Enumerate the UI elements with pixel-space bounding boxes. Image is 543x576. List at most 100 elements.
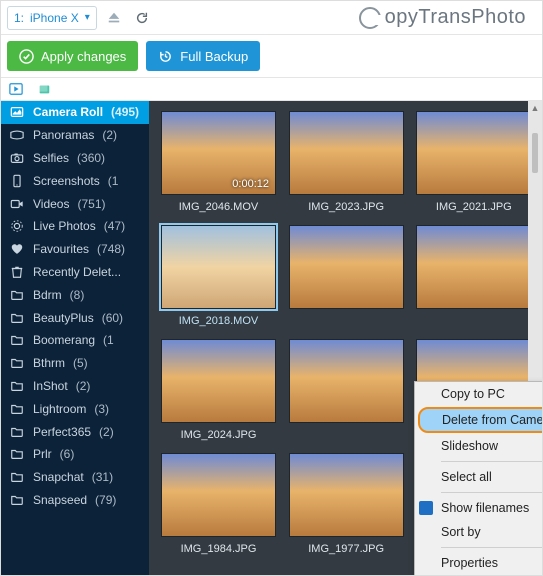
app-title-part1: opy [385,6,419,29]
thumbnail[interactable]: IMG_2018.MOV [161,225,276,327]
pictures-tab-icon[interactable] [37,82,51,96]
device-name: iPhone X [30,11,79,25]
sidebar-item-live-photos[interactable]: Live Photos (47) [1,215,149,238]
sidebar-item-favourites[interactable]: Favourites (748) [1,238,149,261]
folder-icon [9,493,25,507]
sidebar-item-screenshots[interactable]: Screenshots (1 [1,169,149,192]
title-bar: 1: iPhone X ▾ opyTrans Photo [1,1,542,35]
sidebar-item-label: Snapseed [33,493,87,507]
sidebar-item-snapseed[interactable]: Snapseed (79) [1,489,149,512]
thumbnail-filename: IMG_1984.JPG [161,543,276,555]
menu-item-show-filenames[interactable]: Show filenamesF4 [415,496,542,520]
thumbnail[interactable]: IMG_1984.JPG [161,453,276,555]
sidebar-item-count: (495) [111,105,139,119]
sidebar-item-count: (2) [102,128,117,142]
device-selector[interactable]: 1: iPhone X ▾ [7,6,97,30]
menu-item-sort-by[interactable]: Sort by▶ [415,520,542,544]
sidebar-item-recently-delet[interactable]: Recently Delet... [1,261,149,284]
sidebar-item-selfies[interactable]: Selfies (360) [1,147,149,170]
thumbnail[interactable]: IMG_2023.JPG [289,111,404,213]
folder-icon [9,402,25,416]
thumbnail-image [416,225,531,309]
duration-label: 0:00:12 [232,178,269,190]
menu-item-label: Copy to PC [441,387,505,401]
menu-item-label: Slideshow [441,439,498,453]
check-circle-icon [19,49,34,64]
heart-icon [9,242,25,256]
sidebar-item-count: (3) [94,402,109,416]
sidebar-item-label: Videos [33,197,69,211]
sidebar-item-perfect365[interactable]: Perfect365 (2) [1,420,149,443]
sidebar-item-panoramas[interactable]: Panoramas (2) [1,124,149,147]
sidebar-item-count: (5) [73,356,88,370]
sidebar-item-label: Snapchat [33,470,84,484]
menu-item-slideshow[interactable]: SlideshowCtrl+L [415,434,542,458]
sidebar-item-boomerang[interactable]: Boomerang (1 [1,329,149,352]
main-area: Camera Roll (495)Panoramas (2)Selfies (3… [1,101,542,575]
refresh-icon[interactable] [131,7,153,29]
sidebar-item-count: (1 [108,174,119,188]
full-backup-button[interactable]: Full Backup [146,41,260,71]
thumbnail-image [289,453,404,537]
sidebar-item-lightroom[interactable]: Lightroom (3) [1,397,149,420]
play-tab-icon[interactable] [9,82,23,96]
sidebar-item-prlr[interactable]: Prlr (6) [1,443,149,466]
sidebar-item-label: Live Photos [33,219,96,233]
scroll-up-arrow[interactable]: ▲ [528,101,542,115]
sidebar-item-label: Boomerang [33,333,95,347]
sidebar-item-snapchat[interactable]: Snapchat (31) [1,466,149,489]
sidebar-item-count: (748) [97,242,125,256]
album-sidebar: Camera Roll (495)Panoramas (2)Selfies (3… [1,101,149,575]
sidebar-item-label: Screenshots [33,174,100,188]
album-icon [9,105,25,119]
menu-item-properties[interactable]: Properties▶ [415,551,542,575]
sidebar-item-count: (8) [70,288,85,302]
sidebar-item-bdrm[interactable]: Bdrm (8) [1,283,149,306]
menu-item-delete-from-camera-roll[interactable]: Delete from Camera RollDel [418,407,542,433]
thumbnail[interactable]: 0:00:12IMG_2046.MOV [161,111,276,213]
folder-icon [9,379,25,393]
sidebar-item-label: Bdrm [33,288,62,302]
menu-item-select-all[interactable]: Select allCtrl+A [415,465,542,489]
folder-icon [9,333,25,347]
thumbnail-image [161,339,276,423]
thumbnail-image [161,453,276,537]
thumbnail-image [161,225,276,309]
action-bar: Apply changes Full Backup [1,35,542,77]
thumbnail[interactable] [289,225,404,327]
app-title: opyTrans Photo [359,6,536,29]
menu-item-copy-to-pc[interactable]: Copy to PCShift+Ctrl+Right [415,382,542,406]
menu-item-label: Select all [441,470,492,484]
scroll-handle[interactable] [532,133,538,173]
app-title-part2: Trans [418,6,471,29]
folder-icon [9,447,25,461]
sidebar-item-camera-roll[interactable]: Camera Roll (495) [1,101,149,124]
thumbnail[interactable] [289,339,404,441]
thumbnail[interactable]: IMG_2021.JPG [416,111,531,213]
sidebar-item-label: Selfies [33,151,69,165]
sidebar-item-label: InShot [33,379,68,393]
check-icon [419,501,433,515]
context-menu: Copy to PCShift+Ctrl+RightDelete from Ca… [414,381,542,575]
menu-item-label: Delete from Camera Roll [442,413,542,427]
folder-icon [9,356,25,370]
sidebar-item-inshot[interactable]: InShot (2) [1,375,149,398]
menu-separator [441,461,542,462]
sidebar-item-beautyplus[interactable]: BeautyPlus (60) [1,306,149,329]
apply-changes-button[interactable]: Apply changes [7,41,138,71]
app-logo-icon [359,7,381,29]
sidebar-item-label: Favourites [33,242,89,256]
eject-icon[interactable] [103,7,125,29]
sidebar-item-videos[interactable]: Videos (751) [1,192,149,215]
sidebar-item-label: Lightroom [33,402,86,416]
thumbnail[interactable] [416,225,531,327]
photo-gallery: 0:00:12IMG_2046.MOVIMG_2023.JPGIMG_2021.… [149,101,542,575]
sidebar-item-bthrm[interactable]: Bthrm (5) [1,352,149,375]
sidebar-item-label: Panoramas [33,128,94,142]
thumbnail[interactable]: IMG_2024.JPG [161,339,276,441]
folder-icon [9,470,25,484]
thumbnail[interactable]: IMG_1977.JPG [289,453,404,555]
menu-separator [441,547,542,548]
thumbnail-image [289,339,404,423]
sidebar-item-count: (2) [99,425,114,439]
